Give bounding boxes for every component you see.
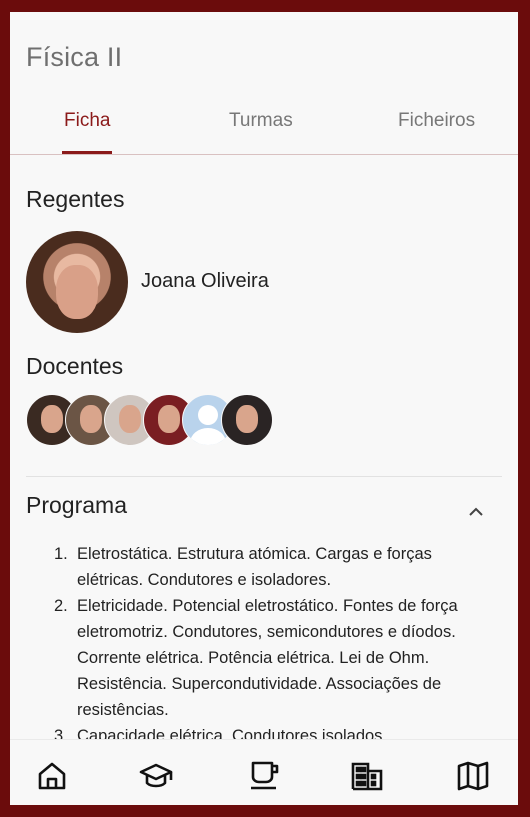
building-icon[interactable]	[350, 759, 384, 793]
list-item-number: 1.	[54, 545, 68, 563]
map-icon[interactable]	[456, 759, 490, 793]
tab-bar: Ficha Turmas Ficheiros	[10, 108, 518, 155]
coffee-icon[interactable]	[248, 759, 282, 793]
home-icon[interactable]	[35, 759, 69, 793]
tab-turmas[interactable]: Turmas	[229, 110, 293, 132]
list-item-text: Eletrostática. Estrutura atómica. Cargas…	[77, 545, 432, 589]
docentes-avatar-group	[26, 394, 286, 446]
school-icon[interactable]	[139, 759, 173, 793]
bottom-navigation	[10, 739, 518, 805]
regentes-heading: Regentes	[26, 186, 125, 212]
regente-name[interactable]: Joana Oliveira	[141, 270, 269, 293]
list-item-text: Eletricidade. Potencial eletrostático. F…	[77, 597, 458, 719]
list-item-number: 2.	[54, 597, 68, 615]
section-divider	[26, 476, 502, 477]
app-screen: Física II Ficha Turmas Ficheiros Regente…	[10, 12, 518, 805]
list-item: 2. Eletricidade. Potencial eletrostático…	[28, 593, 498, 723]
programa-heading[interactable]: Programa	[26, 492, 127, 519]
tab-ficha[interactable]: Ficha	[64, 110, 110, 132]
tab-ficheiros[interactable]: Ficheiros	[398, 110, 475, 132]
regente-avatar[interactable]	[26, 231, 128, 333]
docentes-heading: Docentes	[26, 353, 124, 379]
chevron-up-icon[interactable]	[466, 502, 486, 528]
docente-avatar[interactable]	[221, 394, 273, 446]
active-tab-indicator	[62, 151, 112, 154]
page-title: Física II	[26, 42, 123, 72]
list-item: 1. Eletrostática. Estrutura atómica. Car…	[28, 541, 498, 593]
programa-list: 1. Eletrostática. Estrutura atómica. Car…	[28, 541, 498, 749]
